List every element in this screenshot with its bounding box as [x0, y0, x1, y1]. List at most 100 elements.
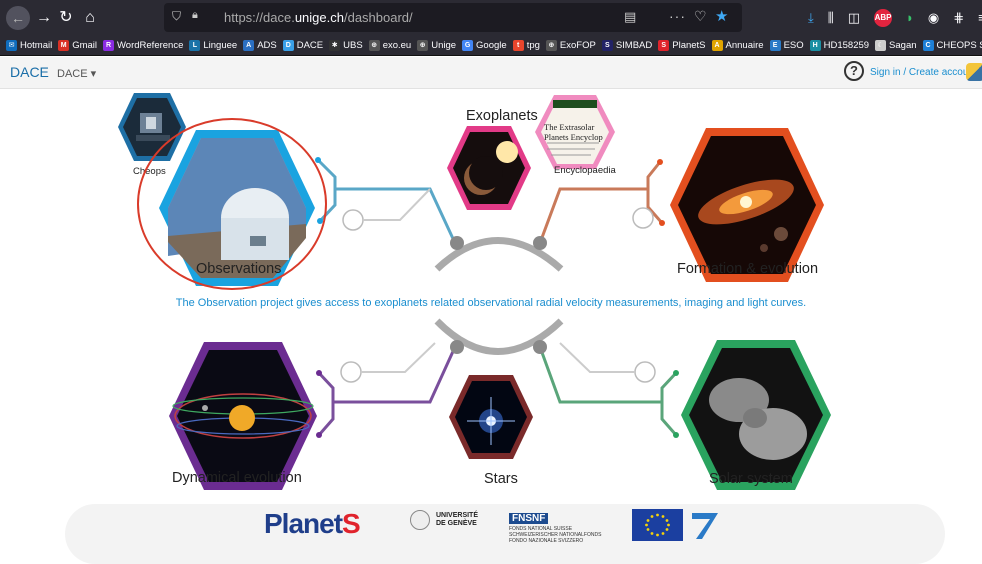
toolbar-icons: ⤓ ⫼ ◫ ABP ◗ ◉ ⋕ ≡ — [808, 9, 982, 27]
bookmark-favicon-icon: ☾ — [875, 40, 887, 51]
extension-icon[interactable]: ◗ — [906, 9, 914, 27]
bookmark-label: tpg — [526, 40, 540, 51]
arc-node — [533, 236, 547, 250]
unige-logo[interactable]: UNIVERSITÉ DE GENÈVE — [410, 510, 478, 530]
bookmark-google[interactable]: G Google — [462, 40, 507, 51]
bookmark-favicon-icon: A — [243, 40, 255, 51]
bookmark-favicon-icon: ⊕ — [545, 40, 557, 51]
bookmark-favicon-icon: G — [462, 40, 474, 51]
bookmark-label: ESO — [783, 40, 804, 51]
home-icon[interactable]: ⌂ — [78, 6, 102, 30]
connector-node — [340, 361, 362, 383]
bookmark-linguee[interactable]: L Linguee — [189, 40, 237, 51]
bookmark-label: UBS — [343, 40, 363, 51]
bookmark-favicon-icon: E — [769, 40, 781, 51]
bookmark-favicon-icon: C — [922, 40, 934, 51]
bookmark-gmail[interactable]: M Gmail — [58, 40, 97, 51]
connector-grey — [361, 342, 436, 373]
exoplanets-hex[interactable] — [445, 124, 533, 212]
partners-footer — [65, 504, 945, 564]
eu-flag-logo[interactable] — [632, 509, 683, 541]
account-icon[interactable]: ◉ — [928, 9, 939, 27]
bookmark-wordreference[interactable]: R WordReference — [103, 40, 183, 51]
bookmark-cheops-st[interactable]: CCHEOPS ST — [922, 40, 982, 51]
bookmark-tpg[interactable]: t tpg — [512, 40, 540, 51]
stars-hex[interactable] — [447, 373, 535, 461]
bookmark-label: ExoFOP — [559, 40, 596, 51]
bookmark-simbad[interactable]: S SIMBAD — [601, 40, 652, 51]
connector-node — [632, 207, 654, 229]
bookmark-exofop[interactable]: ⊕ ExoFOP — [545, 40, 596, 51]
adblock-icon[interactable]: ABP — [874, 9, 893, 27]
bookmark-dace[interactable]: D DACE — [282, 40, 324, 51]
bookmark-label: Hotmail — [20, 40, 53, 51]
connector-dynamical-branch — [317, 402, 335, 436]
bookmark-favicon-icon: ✉ — [6, 40, 17, 51]
connector-dot — [659, 220, 665, 226]
fns-logo-text: FONDS NATIONAL SUISSE SCHWEIZERISCHER NAT… — [509, 526, 602, 544]
bookmark-favicon-icon: A — [711, 40, 723, 51]
planets-logo[interactable]: PlanetS — [264, 508, 361, 540]
library-icon[interactable]: ⫼ — [828, 9, 834, 27]
reader-view-icon[interactable]: ▤ — [624, 9, 636, 25]
address-bar[interactable]: ⛉ 🔒︎ https://dace.unige.ch/dashboard/ ▤ … — [164, 3, 742, 32]
formation-label[interactable]: Formation & evolution — [677, 261, 818, 277]
bookmark-sagan[interactable]: ☾ Sagan — [875, 40, 917, 51]
bookmark-favicon-icon: M — [58, 40, 70, 51]
sidebar-icon[interactable]: ◫ — [848, 9, 860, 27]
fp7-logo[interactable] — [688, 509, 722, 541]
reload-icon[interactable]: ↻ — [54, 6, 78, 30]
bookmark-eso[interactable]: E ESO — [769, 40, 804, 51]
forward-icon[interactable]: → — [32, 6, 56, 30]
bookmark-label: Sagan — [889, 40, 917, 51]
extension-grid-icon[interactable]: ⋕ — [953, 9, 964, 27]
connector-observations-branch — [318, 189, 337, 223]
observations-label[interactable]: Observations — [196, 261, 281, 277]
arc-node — [450, 236, 464, 250]
tracking-shield-icon[interactable]: ⛉ — [172, 9, 181, 24]
bookmark-favicon-icon: ✱ — [329, 40, 341, 51]
page-actions-icon[interactable]: ··· — [669, 8, 686, 24]
bookmark-favicon-icon: D — [282, 40, 294, 51]
back-icon[interactable]: ← — [6, 6, 30, 30]
unige-seal-icon — [410, 510, 430, 530]
exoplanets-label[interactable]: Exoplanets — [466, 108, 538, 124]
url-text[interactable]: https://dace.unige.ch/dashboard/ — [224, 10, 413, 25]
bookmark-hd158259[interactable]: H HD158259 — [809, 40, 869, 51]
menu-icon[interactable]: ≡ — [978, 9, 982, 27]
bookmark-annuaire[interactable]: A Annuaire — [711, 40, 764, 51]
stars-label[interactable]: Stars — [484, 471, 518, 487]
bookmark-planets[interactable]: S PlanetS — [658, 40, 706, 51]
bookmark-star-icon[interactable]: ★ — [715, 7, 728, 25]
bookmarks-bar: ✉ Hotmail M Gmail R WordReference L Linguee A ADS… — [0, 36, 982, 56]
bookmark-label: WordReference — [117, 40, 184, 51]
bookmark-hotmail[interactable]: ✉ Hotmail — [6, 40, 52, 51]
dynamical-label[interactable]: Dynamical evolution — [172, 470, 302, 486]
bookmark-exo-eu[interactable]: ⊕ exo.eu — [368, 40, 412, 51]
connector-solar-branch — [660, 402, 678, 436]
lock-icon[interactable]: 🔒︎ — [192, 9, 198, 22]
encyclopaedia-label[interactable]: Encyclopaedia — [554, 165, 616, 176]
bookmark-label: exo.eu — [382, 40, 412, 51]
connector-node — [634, 361, 656, 383]
connector-node — [342, 209, 364, 231]
bookmark-label: Unige — [431, 40, 457, 51]
arc-node — [533, 340, 547, 354]
connector-dynamical — [317, 346, 457, 404]
bookmark-label: CHEOPS ST — [936, 40, 982, 51]
solar-label[interactable]: Solar system — [709, 471, 793, 487]
bookmark-label: Linguee — [203, 40, 238, 51]
bookmark-label: DACE — [296, 40, 324, 51]
bookmark-unige[interactable]: ⊕ Unige — [417, 40, 456, 51]
fns-logo[interactable]: FNSNF FONDS NATIONAL SUISSE SCHWEIZERISCH… — [509, 508, 607, 544]
pocket-icon[interactable]: ♡ — [694, 8, 707, 25]
bookmark-label: Annuaire — [725, 40, 764, 51]
bookmark-ads[interactable]: A ADS — [243, 40, 277, 51]
connector-grey — [559, 342, 635, 373]
bookmark-favicon-icon: R — [103, 40, 115, 51]
download-icon[interactable]: ⤓ — [808, 9, 814, 27]
bookmark-ubs[interactable]: ✱ UBS — [329, 40, 363, 51]
unige-logo-text: UNIVERSITÉ DE GENÈVE — [436, 512, 479, 527]
connector-dot — [657, 159, 663, 165]
connector-observations — [316, 158, 457, 244]
